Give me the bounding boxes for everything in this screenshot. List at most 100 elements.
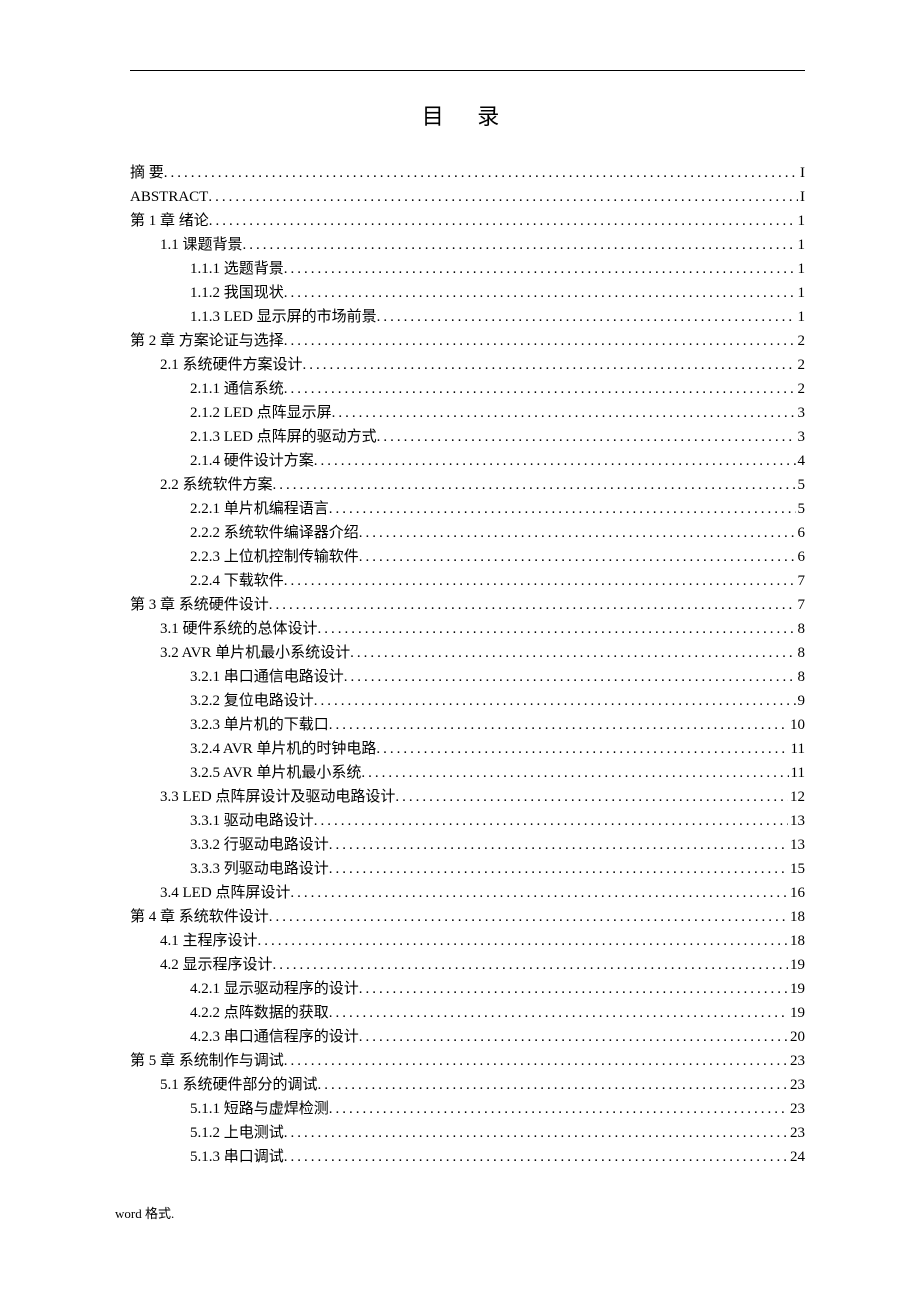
toc-entry-page: 24 bbox=[788, 1145, 805, 1169]
toc-entry-label: 4.1 主程序设计 bbox=[160, 929, 258, 953]
toc-dots bbox=[284, 257, 796, 281]
toc-entry-page: 2 bbox=[796, 353, 806, 377]
toc-entry-page: 7 bbox=[796, 593, 806, 617]
toc-dots bbox=[329, 833, 788, 857]
toc-entry-page: 8 bbox=[796, 665, 806, 689]
toc-dots bbox=[376, 737, 788, 761]
toc-entry-label: 5.1 系统硬件部分的调试 bbox=[160, 1073, 318, 1097]
toc-dots bbox=[284, 377, 796, 401]
toc-entry-page: I bbox=[798, 185, 805, 209]
toc-entry-page: 18 bbox=[788, 905, 805, 929]
toc-entry-page: 1 bbox=[796, 233, 806, 257]
toc-entry: 4.2 显示程序设计 19 bbox=[130, 953, 805, 977]
toc-dots bbox=[284, 329, 796, 353]
top-rule bbox=[130, 70, 805, 71]
toc-entry: 5.1.2 上电测试23 bbox=[130, 1121, 805, 1145]
toc-entry: 第 4 章 系统软件设计18 bbox=[130, 905, 805, 929]
toc-dots bbox=[284, 1049, 788, 1073]
toc-entry: 1.1.3 LED 显示屏的市场前景 1 bbox=[130, 305, 805, 329]
toc-dots bbox=[329, 1001, 788, 1025]
toc-entry-label: 4.2 显示程序设计 bbox=[160, 953, 273, 977]
toc-entry-label: 2.1 系统硬件方案设计 bbox=[160, 353, 303, 377]
toc-entry: 3.3.2 行驱动电路设计13 bbox=[130, 833, 805, 857]
toc-entry-page: 9 bbox=[796, 689, 806, 713]
toc-dots bbox=[273, 473, 796, 497]
toc-entry: 3.3.3 列驱动电路设计 15 bbox=[130, 857, 805, 881]
toc-entry: ABSTRACTI bbox=[130, 185, 805, 209]
toc-dots bbox=[377, 425, 796, 449]
toc-entry-label: 3.3 LED 点阵屏设计及驱动电路设计 bbox=[160, 785, 395, 809]
toc-entry-label: 5.1.1 短路与虚焊检测 bbox=[190, 1097, 329, 1121]
toc-entry-label: 3.2.4 AVR 单片机的时钟电路 bbox=[190, 737, 376, 761]
toc-entry-label: 3.3.1 驱动电路设计 bbox=[190, 809, 314, 833]
toc-entry: 第 3 章 系统硬件设计7 bbox=[130, 593, 805, 617]
toc-entry-page: I bbox=[798, 161, 805, 185]
toc-entry: 3.2 AVR 单片机最小系统设计8 bbox=[130, 641, 805, 665]
toc-entry-page: 1 bbox=[796, 305, 806, 329]
toc-entry-label: 3.2.3 单片机的下载口 bbox=[190, 713, 329, 737]
toc-entry: 3.3.1 驱动电路设计13 bbox=[130, 809, 805, 833]
toc-dots bbox=[290, 881, 788, 905]
toc-entry: 第 1 章 绪论 1 bbox=[130, 209, 805, 233]
toc-entry-label: 3.3.3 列驱动电路设计 bbox=[190, 857, 329, 881]
toc-dots bbox=[318, 617, 796, 641]
toc-entry: 2.2 系统软件方案 5 bbox=[130, 473, 805, 497]
toc-entry-label: 摘 要 bbox=[130, 161, 164, 185]
toc-entry-page: 23 bbox=[788, 1121, 805, 1145]
toc-entry-label: 2.2.2 系统软件编译器介绍 bbox=[190, 521, 359, 545]
toc-entry-page: 16 bbox=[788, 881, 805, 905]
toc-entry-label: 第 5 章 系统制作与调试 bbox=[130, 1049, 284, 1073]
toc-entry: 4.1 主程序设计 18 bbox=[130, 929, 805, 953]
toc-entry-page: 3 bbox=[796, 401, 806, 425]
toc-dots bbox=[314, 809, 788, 833]
toc-entry-page: 1 bbox=[796, 209, 806, 233]
toc-dots bbox=[164, 161, 798, 185]
toc-dots bbox=[284, 1121, 788, 1145]
toc-entry-label: 1.1.1 选题背景 bbox=[190, 257, 284, 281]
toc-entry: 3.2.1 串口通信电路设计 8 bbox=[130, 665, 805, 689]
toc-dots bbox=[269, 593, 796, 617]
toc-title: 目 录 bbox=[130, 99, 805, 131]
toc-entry-label: 3.3.2 行驱动电路设计 bbox=[190, 833, 329, 857]
toc-entry-page: 11 bbox=[789, 761, 805, 785]
toc-dots bbox=[284, 569, 796, 593]
toc-entry: 5.1.3 串口调试 24 bbox=[130, 1145, 805, 1169]
toc-entry: 3.1 硬件系统的总体设计 8 bbox=[130, 617, 805, 641]
toc-entry-page: 1 bbox=[796, 281, 806, 305]
toc-entry-label: 1.1.3 LED 显示屏的市场前景 bbox=[190, 305, 377, 329]
toc-entry-label: 3.2.2 复位电路设计 bbox=[190, 689, 314, 713]
toc-entry: 2.1.2 LED 点阵显示屏 3 bbox=[130, 401, 805, 425]
toc-entry: 2.1.3 LED 点阵屏的驱动方式 3 bbox=[130, 425, 805, 449]
toc-entry: 2.1.1 通信系统2 bbox=[130, 377, 805, 401]
toc-entry: 3.2.4 AVR 单片机的时钟电路 11 bbox=[130, 737, 805, 761]
toc-entry: 5.1 系统硬件部分的调试 23 bbox=[130, 1073, 805, 1097]
toc-dots bbox=[395, 785, 788, 809]
toc-entry: 摘 要I bbox=[130, 161, 805, 185]
toc-entry-label: 2.1.2 LED 点阵显示屏 bbox=[190, 401, 332, 425]
toc-entry: 4.2.1 显示驱动程序的设计19 bbox=[130, 977, 805, 1001]
toc-list: 摘 要IABSTRACTI第 1 章 绪论11.1 课题背景 11.1.1 选题… bbox=[130, 161, 805, 1169]
toc-dots bbox=[361, 761, 788, 785]
toc-entry-page: 4 bbox=[796, 449, 806, 473]
toc-entry-page: 15 bbox=[788, 857, 805, 881]
toc-entry-label: 5.1.3 串口调试 bbox=[190, 1145, 284, 1169]
toc-entry-label: 第 1 章 绪论 bbox=[130, 209, 209, 233]
toc-entry: 1.1 课题背景 1 bbox=[130, 233, 805, 257]
toc-dots bbox=[329, 857, 788, 881]
toc-entry-page: 19 bbox=[788, 1001, 805, 1025]
toc-dots bbox=[284, 281, 796, 305]
toc-entry-label: 3.2.1 串口通信电路设计 bbox=[190, 665, 344, 689]
toc-entry: 1.1.1 选题背景1 bbox=[130, 257, 805, 281]
toc-entry: 3.2.5 AVR 单片机最小系统 11 bbox=[130, 761, 805, 785]
toc-entry: 2.1.4 硬件设计方案4 bbox=[130, 449, 805, 473]
toc-entry-label: 2.2.1 单片机编程语言 bbox=[190, 497, 329, 521]
toc-dots bbox=[329, 713, 788, 737]
footer-text: word 格式. bbox=[115, 1203, 174, 1222]
toc-entry-label: 第 2 章 方案论证与选择 bbox=[130, 329, 284, 353]
toc-dots bbox=[359, 977, 788, 1001]
toc-entry-page: 18 bbox=[788, 929, 805, 953]
toc-entry: 1.1.2 我国现状 1 bbox=[130, 281, 805, 305]
toc-dots bbox=[303, 353, 796, 377]
toc-entry-page: 23 bbox=[788, 1049, 805, 1073]
toc-entry-label: 1.1.2 我国现状 bbox=[190, 281, 284, 305]
